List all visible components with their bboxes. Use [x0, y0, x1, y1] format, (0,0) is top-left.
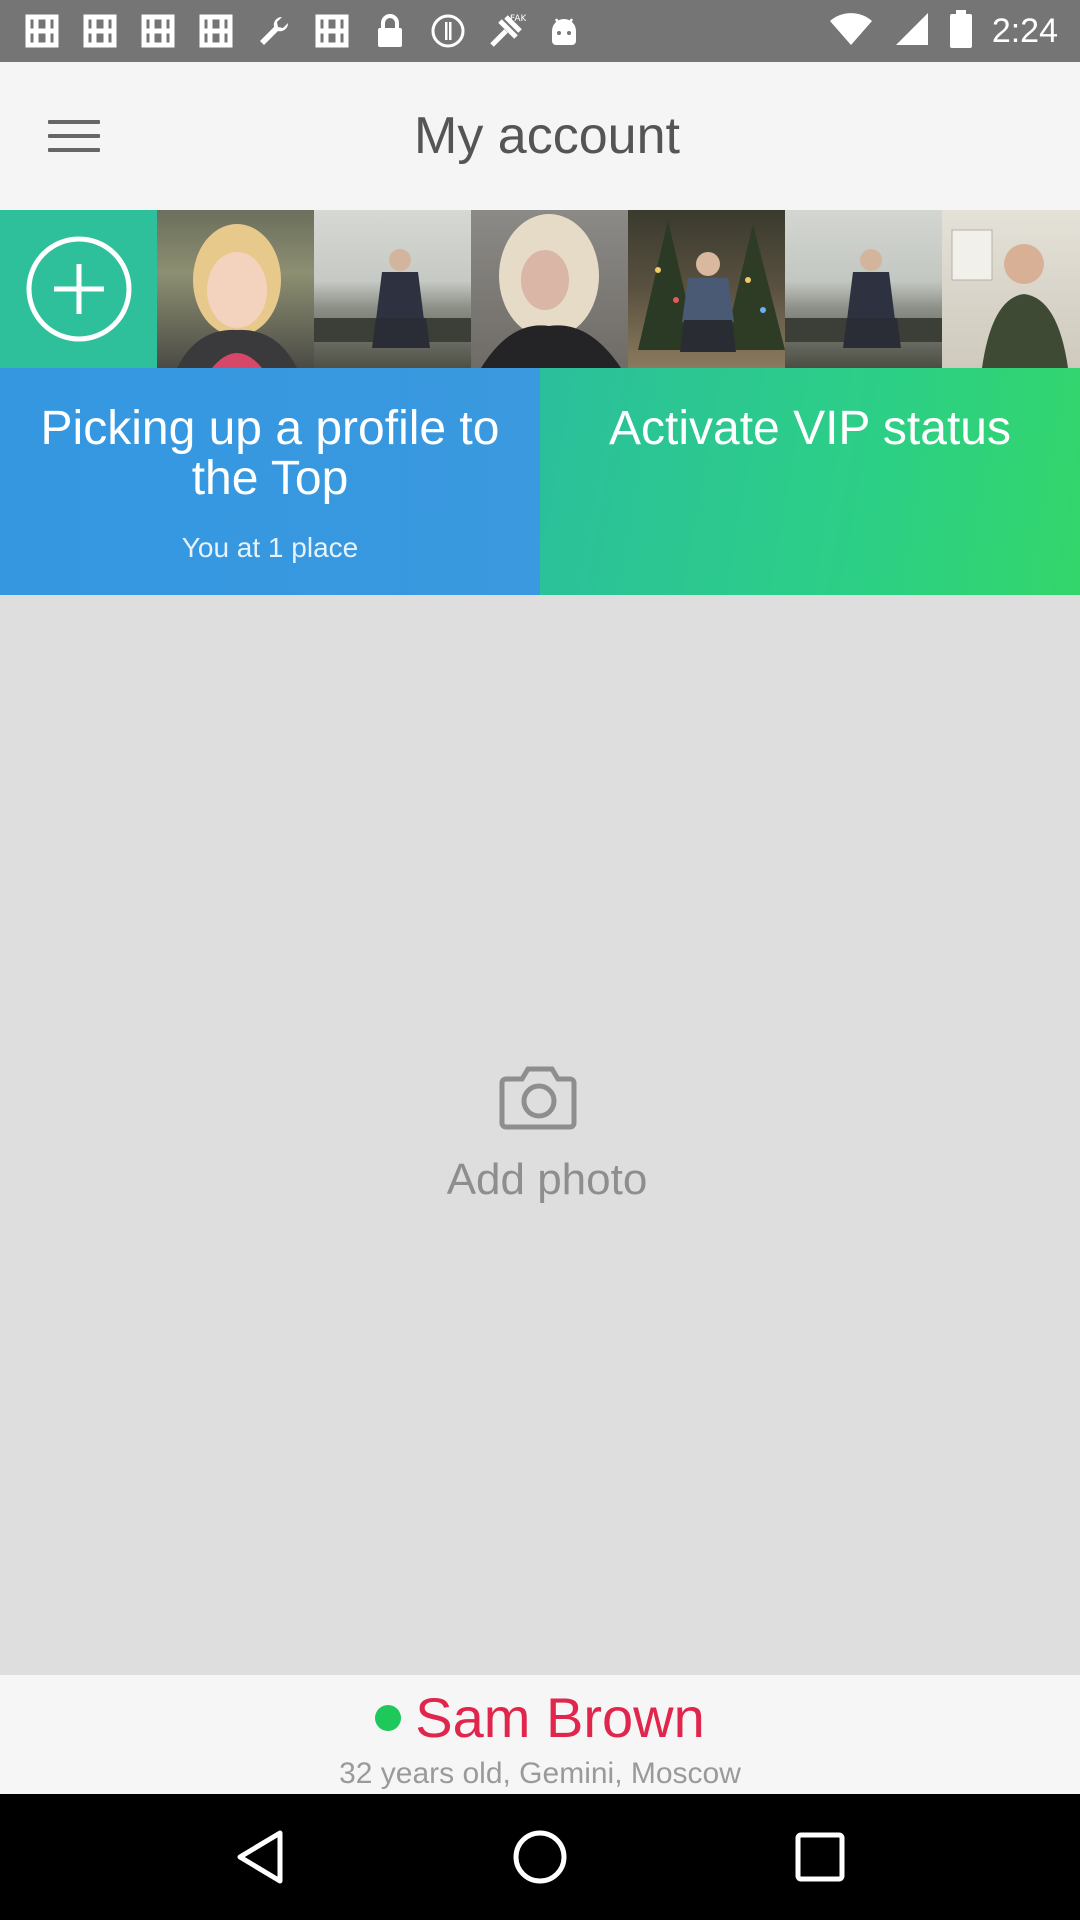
thumb-man-seaside-2[interactable] [785, 210, 942, 368]
home-icon[interactable] [500, 1817, 580, 1897]
page-title: My account [414, 107, 680, 165]
top-promo-tile[interactable]: Picking up a profile to the Top You at 1… [0, 368, 540, 595]
vip-promo-title: Activate VIP status [609, 402, 1011, 455]
photo-strip [0, 210, 1080, 368]
status-time: 2:24 [991, 11, 1058, 50]
profile-details: 32 years old, Gemini, Moscow [339, 1757, 741, 1790]
add-photo-label: Add photo [446, 1155, 648, 1204]
android-icon [544, 11, 584, 51]
signal-icon [894, 11, 930, 52]
add-photo-area[interactable]: Add photo [0, 595, 1080, 1675]
profile-info: Sam Brown 32 years old, Gemini, Moscow [0, 1675, 1080, 1794]
add-photo-tile[interactable] [0, 210, 157, 368]
top-promo-title: Picking up a profile to the Top [40, 402, 500, 505]
profile-name: Sam Brown [415, 1686, 705, 1749]
alert-icon [428, 11, 468, 51]
lock-icon [370, 11, 410, 51]
app-bar: My account [0, 62, 1080, 210]
fake-gps-icon: FAKE [486, 11, 526, 51]
notification-icon [22, 11, 62, 51]
navigation-bar [0, 1794, 1080, 1920]
notification-icon [138, 11, 178, 51]
add-circle-icon [26, 236, 131, 342]
thumb-man-christmas-tree[interactable] [628, 210, 785, 368]
wifi-icon [828, 11, 874, 52]
status-bar: FAKE 2:24 [0, 0, 1080, 62]
promo-tiles: Picking up a profile to the Top You at 1… [0, 368, 1080, 595]
battery-icon [949, 9, 972, 53]
camera-icon [499, 1066, 577, 1130]
recents-icon[interactable] [780, 1817, 860, 1897]
thumb-man-office[interactable] [942, 210, 1080, 368]
thumb-man-seaside-1[interactable] [314, 210, 471, 368]
notification-icon [196, 11, 236, 51]
online-status-dot [375, 1705, 402, 1731]
vip-promo-tile[interactable]: Activate VIP status [540, 368, 1080, 595]
notification-icon [312, 11, 352, 51]
thumb-woman-blonde-1[interactable] [157, 210, 314, 368]
svg-text:FAKE: FAKE [510, 14, 526, 24]
notification-icon [80, 11, 120, 51]
top-promo-subtitle: You at 1 place [181, 532, 359, 563]
back-icon[interactable] [220, 1817, 300, 1897]
thumb-woman-blonde-2[interactable] [471, 210, 628, 368]
wrench-icon [254, 11, 294, 51]
